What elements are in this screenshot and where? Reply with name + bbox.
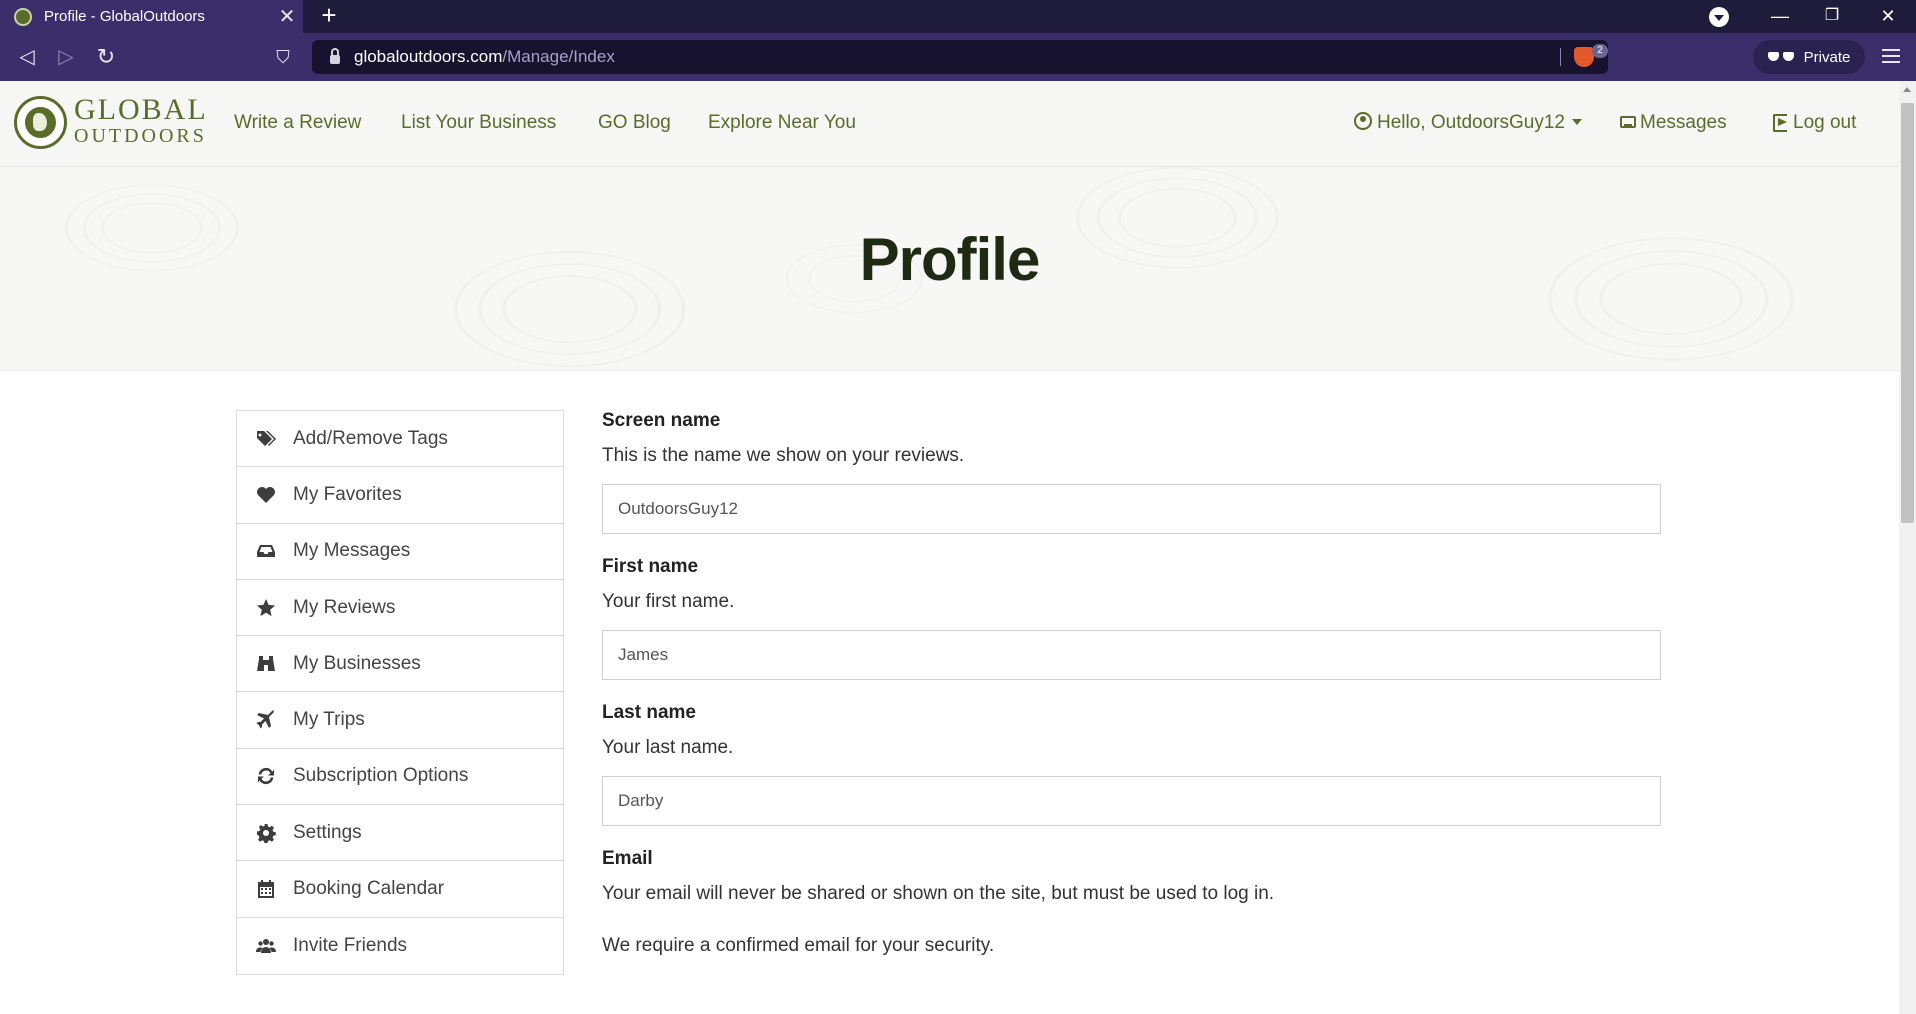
heart-icon [255, 485, 277, 505]
screen-name-label: Screen name [602, 410, 721, 431]
minimize-button[interactable]: — [1752, 0, 1808, 33]
nav-write-review[interactable]: Write a Review [234, 112, 361, 134]
bookmark-icon[interactable]: ⛉ [266, 40, 300, 74]
nav-list-business[interactable]: List Your Business [401, 112, 556, 134]
inbox-icon [255, 541, 277, 561]
sidebar-item-label: Add/Remove Tags [293, 427, 448, 449]
sidebar-item-settings[interactable]: Settings [237, 805, 563, 862]
sidebar-item-label: Invite Friends [293, 934, 408, 956]
globe-logo-icon[interactable] [14, 96, 67, 149]
private-window-badge[interactable]: Private [1753, 40, 1865, 74]
scroll-up-arrow-icon[interactable] [1903, 87, 1911, 92]
first-name-help: Your first name. [602, 591, 735, 612]
tab-search-icon[interactable] [1709, 7, 1729, 27]
sidebar-item-subscription[interactable]: Subscription Options [237, 749, 563, 806]
sidebar-item-label: Booking Calendar [293, 878, 445, 900]
refresh-icon [255, 766, 277, 786]
page-scrollbar[interactable] [1899, 81, 1916, 1014]
first-name-input[interactable] [602, 630, 1661, 680]
email-label: Email [602, 848, 653, 869]
shield-count-badge: 2 [1592, 44, 1608, 58]
sidebar-item-label: My Reviews [293, 596, 396, 618]
star-icon [255, 598, 277, 618]
last-name-label: Last name [602, 702, 696, 723]
logout-label: Log out [1793, 112, 1857, 133]
browser-menu-icon[interactable] [1880, 45, 1902, 69]
first-name-label: First name [602, 556, 699, 577]
forward-button[interactable]: ▷ [49, 40, 83, 74]
logo-line-2: OUTDOORS [74, 125, 207, 147]
tab-close-icon[interactable]: ✕ [271, 4, 303, 29]
tab-title: Profile - GlobalOutdoors [44, 8, 205, 25]
url-host: globaloutdoors.com [354, 47, 503, 66]
account-sidebar: Add/Remove Tags My Favorites My Messages… [236, 410, 564, 975]
site-favicon-icon [14, 7, 32, 26]
logout-icon [1773, 114, 1789, 132]
sidebar-item-label: My Favorites [293, 483, 402, 505]
sidebar-item-label: Settings [293, 821, 362, 843]
site-logo[interactable]: GLOBAL OUTDOORS [74, 93, 208, 147]
inbox-icon [1620, 116, 1636, 128]
sidebar-item-label: My Messages [293, 540, 411, 562]
last-name-help: Your last name. [602, 737, 734, 758]
sidebar-item-calendar[interactable]: Booking Calendar [237, 861, 563, 918]
email-help: Your email will never be shared or shown… [602, 883, 1275, 904]
sidebar-item-label: My Businesses [293, 652, 421, 674]
nav-messages[interactable]: Messages [1620, 112, 1727, 134]
sidebar-item-label: Subscription Options [293, 765, 469, 787]
address-bar[interactable]: globaloutdoors.com/Manage/Index 2 [312, 40, 1608, 74]
sidebar-item-messages[interactable]: My Messages [237, 524, 563, 580]
plane-icon [255, 710, 277, 730]
sidebar-item-tags[interactable]: Add/Remove Tags [237, 411, 563, 468]
calendar-icon [255, 879, 277, 899]
sidebar-item-reviews[interactable]: My Reviews [237, 580, 563, 637]
browser-toolbar: ◁ ▷ ↻ ⛉ globaloutdoors.com/Manage/Index … [0, 33, 1916, 81]
close-window-button[interactable]: ✕ [1860, 0, 1916, 33]
logout-link[interactable]: Log out [1773, 112, 1856, 134]
sidebar-item-favorites[interactable]: My Favorites [237, 467, 563, 524]
messages-label: Messages [1640, 112, 1727, 133]
site-header: GLOBAL OUTDOORS Write a Review List Your… [0, 81, 1899, 167]
profile-form: Screen name This is the name we show on … [602, 410, 1661, 957]
user-menu-dropdown[interactable]: Hello, OutdoorsGuy12 [1354, 112, 1582, 134]
gear-icon [255, 823, 277, 843]
tags-icon [255, 429, 277, 449]
caret-down-icon [1572, 119, 1582, 125]
reload-button[interactable]: ↻ [89, 40, 123, 74]
url-divider [1560, 48, 1561, 66]
nav-explore-near-you[interactable]: Explore Near You [708, 112, 856, 134]
nav-go-blog[interactable]: GO Blog [598, 112, 671, 134]
scrollbar-thumb[interactable] [1901, 103, 1914, 523]
user-greeting: Hello, OutdoorsGuy12 [1377, 112, 1565, 133]
restore-button[interactable]: ❐ [1804, 0, 1860, 33]
new-tab-button[interactable]: + [315, 0, 343, 33]
users-icon [255, 936, 277, 956]
screen-name-input[interactable] [602, 484, 1661, 534]
sidebar-item-trips[interactable]: My Trips [237, 692, 563, 749]
user-circle-icon [1354, 112, 1372, 130]
sunglasses-icon [1767, 52, 1794, 62]
sidebar-item-label: My Trips [293, 709, 365, 731]
email-help-security: We require a confirmed email for your se… [602, 935, 995, 956]
url-path: /Manage/Index [502, 47, 615, 66]
lock-icon [330, 48, 340, 64]
brave-shield-icon[interactable] [1574, 47, 1594, 67]
last-name-input[interactable] [602, 776, 1661, 826]
logo-line-1: GLOBAL [74, 93, 208, 126]
binoculars-icon [255, 654, 277, 674]
hero-banner: Profile [0, 167, 1899, 371]
back-button[interactable]: ◁ [10, 40, 44, 74]
page-title: Profile [859, 226, 1041, 293]
private-label: Private [1803, 48, 1851, 66]
screen-name-help: This is the name we show on your reviews… [602, 445, 965, 466]
browser-tab-bar: Profile - GlobalOutdoors ✕ + — ❐ ✕ [0, 0, 1916, 33]
sidebar-item-invite[interactable]: Invite Friends [237, 918, 563, 974]
browser-tab-active[interactable]: Profile - GlobalOutdoors ✕ [0, 0, 303, 33]
sidebar-item-businesses[interactable]: My Businesses [237, 636, 563, 693]
